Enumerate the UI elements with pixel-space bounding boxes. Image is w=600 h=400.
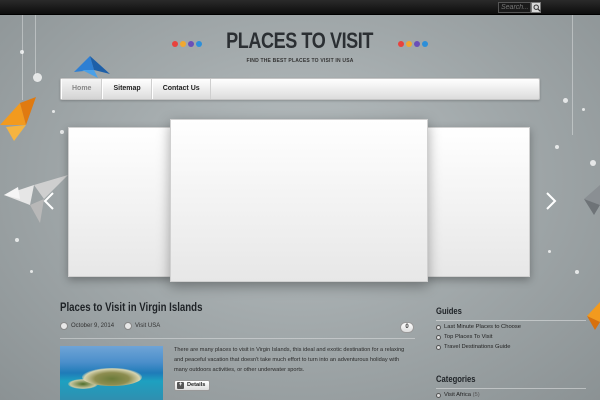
nav-item-sitemap[interactable]: Sitemap	[102, 79, 152, 99]
clock-icon	[60, 322, 68, 330]
guides-item[interactable]: Last Minute Places to Choose	[436, 322, 521, 332]
bullet-icon	[436, 324, 441, 330]
post-divider	[60, 338, 415, 339]
logo-dot	[171, 40, 178, 47]
widget-title-guides: Guides	[436, 306, 462, 316]
nav-item-contact-us[interactable]: Contact Us	[151, 79, 211, 99]
bullet-icon	[436, 344, 441, 350]
guides-item[interactable]: Top Places To Visit	[436, 332, 521, 342]
slider-slide-center[interactable]	[170, 119, 428, 282]
decor-sparkle	[563, 98, 568, 103]
comment-count-badge[interactable]: 0	[400, 322, 414, 333]
origami-crane-white-icon	[4, 175, 68, 223]
origami-bird-orange-icon	[0, 97, 36, 141]
category-check-icon	[124, 322, 133, 330]
details-button-label: Details	[187, 382, 206, 388]
post-date: October 9, 2014	[71, 323, 115, 329]
logo-dots-right	[397, 35, 429, 53]
logo-dot	[414, 40, 421, 47]
origami-bird-grey-icon	[584, 185, 600, 215]
post-meta: October 9, 2014 Visit USA	[60, 322, 160, 330]
site-title: PLACES TO VISIT	[226, 28, 374, 53]
post-excerpt: There are many places to visit in Virgin…	[174, 347, 405, 373]
decor-sparkle	[555, 145, 559, 149]
slider-slide-left[interactable]	[68, 127, 172, 277]
decor-sparkle	[575, 270, 579, 274]
decor-sparkle	[590, 160, 596, 166]
search-input[interactable]	[498, 2, 531, 13]
logo-dot	[422, 40, 429, 47]
widget-title-categories: Categories	[436, 374, 476, 384]
search-button[interactable]	[531, 2, 541, 13]
origami-bird-blue-icon	[74, 56, 110, 78]
site-logo[interactable]: PLACES TO VISIT	[0, 28, 600, 54]
chevron-right-icon[interactable]	[545, 192, 557, 210]
bullet-icon	[436, 334, 441, 340]
main-nav: Home Sitemap Contact Us	[60, 78, 540, 100]
details-button[interactable]: + Details	[174, 380, 211, 391]
nav-item-home[interactable]: Home	[61, 79, 103, 99]
widget-divider	[436, 320, 586, 321]
decor-sparkle	[30, 270, 33, 273]
widget-divider	[436, 388, 586, 389]
decor-sparkle	[60, 130, 64, 134]
guides-item[interactable]: Travel Destinations Guide	[436, 342, 521, 352]
site-tagline: FIND THE BEST PLACES TO VISIT IN USA	[246, 58, 354, 64]
logo-dot	[398, 40, 405, 47]
slider-slide-right[interactable]	[426, 127, 530, 277]
decor-sparkle	[52, 110, 55, 113]
category-item[interactable]: Visit Africa (5)	[436, 390, 480, 400]
bullet-icon	[436, 392, 441, 398]
guides-list: Last Minute Places to Choose Top Places …	[436, 322, 521, 352]
logo-dot	[179, 40, 186, 47]
search-icon	[533, 4, 541, 12]
post-title[interactable]: Places to Visit in Virgin Islands	[60, 302, 202, 314]
post-category[interactable]: Visit USA	[135, 323, 160, 329]
decor-sparkle	[548, 250, 551, 253]
origami-bird-orange-icon	[587, 302, 600, 330]
logo-dot	[406, 40, 413, 47]
decor-sparkle	[582, 108, 585, 111]
logo-dots-left	[171, 35, 203, 53]
decor-sparkle	[15, 238, 19, 242]
categories-list: Visit Africa (5)	[436, 390, 480, 400]
plus-icon: +	[177, 382, 184, 389]
decor-sparkle	[33, 73, 42, 82]
chevron-left-icon[interactable]	[43, 192, 55, 210]
post-thumbnail[interactable]	[60, 346, 163, 400]
logo-dot	[187, 40, 194, 47]
logo-dot	[195, 40, 202, 47]
